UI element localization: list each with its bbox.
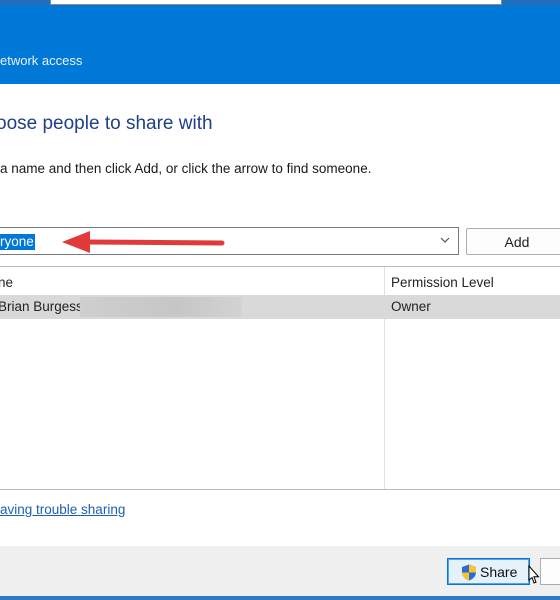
add-button[interactable]: Add (466, 228, 560, 255)
cancel-button[interactable] (540, 558, 560, 585)
table-row[interactable]: Brian Burgess Owner (0, 295, 560, 319)
bottom-edge-line (0, 596, 560, 600)
dialog-heading: oose people to share with (0, 113, 213, 134)
chevron-down-icon[interactable] (440, 235, 450, 245)
selected-person-text[interactable]: ryone (0, 234, 35, 250)
trouble-sharing-link[interactable]: aving trouble sharing (0, 502, 125, 517)
redacted-email-blur (80, 297, 242, 317)
permissions-table[interactable]: ne Permission Level Brian Burgess Owner (0, 266, 560, 490)
uac-shield-icon (462, 564, 476, 581)
column-header-name[interactable]: ne (0, 275, 13, 290)
share-button[interactable]: Share (447, 558, 530, 585)
column-header-permission[interactable]: Permission Level (391, 275, 494, 290)
add-button-label: Add (504, 234, 530, 250)
table-header: ne Permission Level (0, 267, 560, 295)
mouse-pointer-icon (528, 565, 540, 584)
red-arrow-icon (62, 231, 225, 253)
window-title: etwork access (0, 53, 83, 68)
instructions-text: a name and then click Add, or click the … (0, 161, 372, 176)
row-permission[interactable]: Owner (391, 299, 431, 314)
share-button-label: Share (480, 564, 518, 580)
title-bar: etwork access (0, 6, 560, 84)
background-window-frame (50, 0, 502, 5)
row-name: Brian Burgess (0, 299, 83, 314)
